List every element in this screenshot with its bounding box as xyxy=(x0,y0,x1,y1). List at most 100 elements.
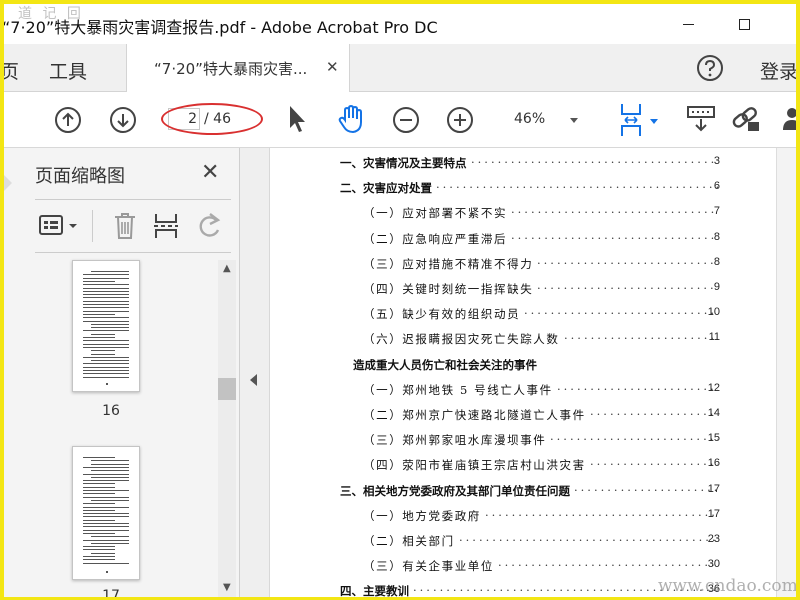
toc-page-number: 17 xyxy=(707,482,720,495)
previous-page-icon[interactable] xyxy=(54,106,82,134)
extract-pages-icon[interactable] xyxy=(152,212,180,240)
next-page-icon[interactable] xyxy=(109,106,137,134)
zoom-out-icon[interactable] xyxy=(392,106,420,134)
thumbnail-text-line xyxy=(83,290,129,292)
toc-entry[interactable]: ········································… xyxy=(270,331,754,351)
delete-icon[interactable] xyxy=(112,212,138,240)
thumbnail-text-line xyxy=(83,310,129,312)
toc-entry[interactable]: ········································… xyxy=(270,255,754,276)
toc-entry-title: （一）应对部署不紧不实 xyxy=(363,205,510,222)
toc-entry[interactable]: ········································… xyxy=(270,407,754,427)
maximize-button[interactable] xyxy=(724,10,764,38)
link-icon[interactable] xyxy=(730,104,762,134)
zoom-in-icon[interactable] xyxy=(446,106,474,134)
divider xyxy=(35,252,231,253)
thumbnail-text-line xyxy=(83,509,115,511)
toc-leader-dots: ········································… xyxy=(557,381,718,396)
thumbnail-text-line xyxy=(83,506,129,508)
panel-tools xyxy=(34,208,234,244)
toc-leader-dots: ········································… xyxy=(590,457,718,472)
document-view[interactable]: ········································… xyxy=(270,148,776,597)
thumbnail-text-line xyxy=(83,559,115,561)
thumbnail-page-mark xyxy=(106,383,108,385)
toc-entry[interactable]: ········································… xyxy=(270,482,754,503)
thumbnail-text-line xyxy=(83,480,129,482)
fit-page-icon[interactable] xyxy=(616,102,646,138)
hand-tool-icon[interactable] xyxy=(336,104,366,134)
toc-entry-title: 二、灾害应对处置 xyxy=(340,180,434,197)
page-thumbnail-16[interactable] xyxy=(72,260,140,392)
toc-entry[interactable]: ········································… xyxy=(270,180,754,200)
toc-entry[interactable]: ········································… xyxy=(270,507,754,528)
thumbnail-text-line xyxy=(83,356,129,358)
toc-entry[interactable]: ········································… xyxy=(270,432,754,452)
toc-entry[interactable]: ········································… xyxy=(270,205,754,225)
close-tab-icon[interactable]: ✕ xyxy=(326,58,339,76)
scroll-down-icon[interactable]: ▼ xyxy=(223,582,231,593)
thumbnail-text-line xyxy=(83,363,129,365)
toc-leader-dots: ········································… xyxy=(574,482,718,497)
toc-entry[interactable]: ········································… xyxy=(270,155,754,175)
rotate-icon[interactable] xyxy=(194,212,224,240)
toc-entry-title: （五）缺少有效的组织动员 xyxy=(363,306,523,323)
page-thumbnail-17[interactable] xyxy=(72,446,140,580)
person-icon[interactable] xyxy=(782,106,796,132)
toc-leader-dots: ········································… xyxy=(511,205,718,220)
collapse-arrow-icon[interactable] xyxy=(250,374,257,386)
toc-entry[interactable]: ········································… xyxy=(270,533,754,553)
toc-entry[interactable]: ········································… xyxy=(270,306,754,326)
select-arrow-icon[interactable] xyxy=(286,104,308,134)
thumbnail-text-line xyxy=(83,546,115,548)
toc-entry-title: （三）应对措施不精准不得力 xyxy=(363,255,536,272)
thumbnail-text-line xyxy=(83,457,115,458)
close-panel-icon[interactable]: ✕ xyxy=(201,160,219,185)
toc-entry[interactable]: ········································… xyxy=(270,281,754,301)
tools-tab[interactable]: 工具 xyxy=(49,57,87,84)
thumbnails-panel: 页面缩略图 ✕ 16 17 ▲ ▼ xyxy=(4,148,240,597)
zoom-dropdown[interactable]: 46% xyxy=(504,109,590,133)
toc-page-number: 15 xyxy=(707,432,720,445)
thumbnail-text-line xyxy=(83,313,115,315)
fit-options-chevron-icon[interactable] xyxy=(650,119,658,124)
thumbnail-text-line xyxy=(83,529,129,531)
toc-entry[interactable]: ········································… xyxy=(270,381,754,402)
thumbnail-text-line xyxy=(83,370,129,371)
thumbnail-text-line xyxy=(83,320,129,322)
panel-collapse-strip[interactable] xyxy=(240,148,270,597)
minimize-button[interactable] xyxy=(668,10,708,38)
toc-entry[interactable]: ········································… xyxy=(270,230,754,251)
watermark-top: 道 记 回 xyxy=(18,6,84,22)
help-icon[interactable] xyxy=(696,54,724,82)
document-tab[interactable]: “7·20”特大暴雨灾害... ✕ xyxy=(126,44,350,92)
scrollbar-thumb[interactable] xyxy=(218,378,236,400)
toc-entry-title: （六）迟报瞒报因灾死亡失踪人数 xyxy=(363,331,562,348)
options-menu-icon[interactable] xyxy=(38,214,82,238)
toc-leader-dots: ········································… xyxy=(511,230,718,245)
thumbnail-label: 16 xyxy=(102,403,120,419)
thumbnail-text-line xyxy=(83,300,129,302)
toc-page-number: 7 xyxy=(713,205,720,218)
toc-entry[interactable]: ········································… xyxy=(270,457,754,477)
home-tab[interactable]: 页 xyxy=(4,57,19,84)
thumbnail-text-line xyxy=(83,516,129,518)
toc-leader-dots: ········································… xyxy=(590,407,718,421)
toc-leader-dots: ········································… xyxy=(537,255,718,270)
login-link[interactable]: 登录 xyxy=(760,57,796,84)
thumbnail-text-line xyxy=(91,552,115,554)
toc-entry[interactable]: 造成重大人员伤亡和社会关注的事件 xyxy=(270,356,754,377)
toolbar: 2 / 46 46% xyxy=(4,92,796,148)
thumbnail-text-line xyxy=(83,307,129,309)
toc-leader-dots: ········································… xyxy=(537,281,718,295)
thumbnail-scrollbar[interactable]: ▲ ▼ xyxy=(218,260,236,597)
thumbnail-text-line xyxy=(83,287,129,289)
thumbnail-text-line xyxy=(83,562,129,564)
thumbnail-text-line xyxy=(83,556,115,557)
document-tab-label: “7·20”特大暴雨灾害... xyxy=(154,60,308,78)
thumbnail-text-line xyxy=(83,340,129,342)
toc-entry-title: 三、相关地方党委政府及其部门单位责任问题 xyxy=(340,482,572,499)
thumbnail-text-line xyxy=(83,277,129,279)
document-scrollbar[interactable] xyxy=(776,148,796,597)
scroll-up-icon[interactable]: ▲ xyxy=(223,263,231,274)
keyboard-icon[interactable] xyxy=(686,104,716,134)
thumbnail-page-mark xyxy=(106,571,108,573)
